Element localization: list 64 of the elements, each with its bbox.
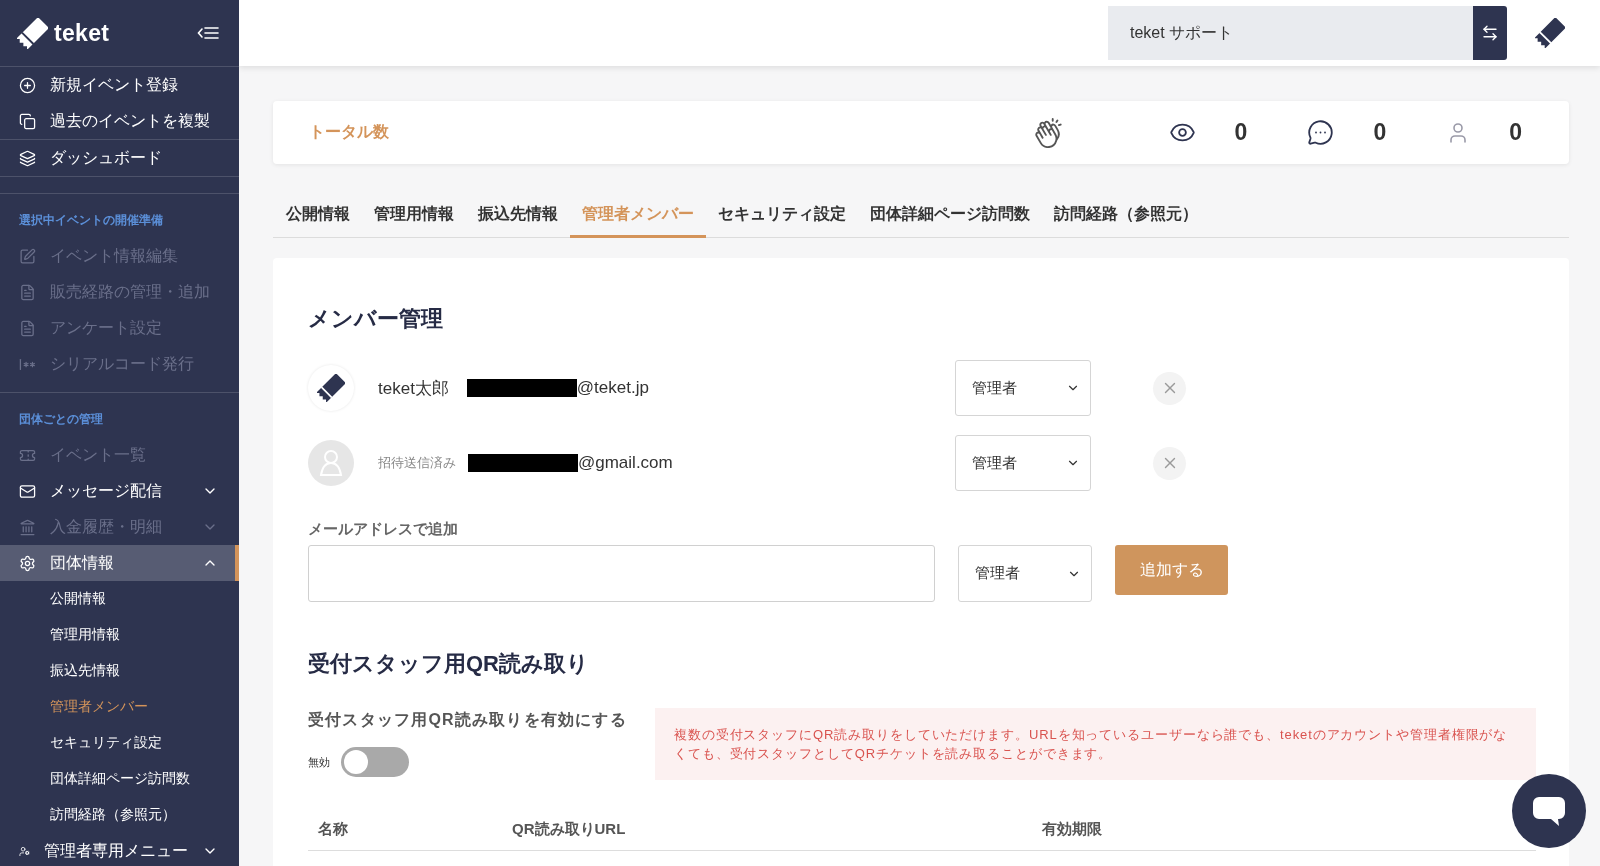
sidebar-subitem[interactable]: 訪問経路（参照元） — [0, 797, 239, 833]
sidebar-section-heading: 選択中イベントの開催準備 — [18, 212, 164, 229]
sidebar-item[interactable]: 管理者専用メニュー — [0, 833, 239, 866]
sidebar-item[interactable]: 新規イベント登録 — [0, 67, 239, 103]
ticket-avatar-icon — [308, 365, 354, 411]
toggle-switch[interactable] — [341, 747, 409, 777]
member-name: teket太郎 — [378, 377, 449, 400]
role-select[interactable]: 管理者 — [955, 360, 1091, 416]
collapse-menu-icon[interactable] — [197, 26, 219, 40]
member-email: @teket.jp — [576, 378, 649, 398]
sidebar-subitem[interactable]: 管理者メンバー — [0, 689, 239, 725]
sidebar-subitem[interactable]: 管理用情報 — [0, 617, 239, 653]
mail-icon — [19, 482, 36, 500]
field-label: メールアドレスで追加 — [308, 520, 459, 538]
comment-icon — [1307, 119, 1335, 146]
sidebar-subitem[interactable]: 振込先情報 — [0, 653, 239, 689]
sidebar-item[interactable]: メッセージ配信 — [0, 473, 239, 509]
invite-status: 招待送信済み — [378, 454, 456, 472]
layers-icon — [19, 149, 36, 167]
clapping-hands-icon — [1032, 117, 1063, 148]
sidebar-item[interactable]: 団体情報 — [0, 545, 239, 581]
section-title: 受付スタッフ用QR読み取り — [308, 650, 590, 678]
member-email: @gmail.com — [578, 453, 673, 473]
email-input[interactable] — [308, 545, 935, 602]
copy-icon — [19, 112, 36, 130]
document-icon — [19, 319, 36, 337]
column-header: QR読み取りURL — [511, 820, 627, 839]
sidebar-subitem[interactable]: 団体詳細ページ訪問数 — [0, 761, 239, 797]
sidebar-item[interactable]: 過去のイベントを複製 — [0, 103, 239, 139]
section-title: メンバー管理 — [308, 305, 444, 333]
role-select[interactable]: 管理者 — [958, 545, 1092, 602]
column-header: 有効期限 — [1041, 820, 1103, 839]
edit-icon — [19, 247, 36, 265]
document-icon — [19, 283, 36, 301]
tab[interactable]: セキュリティ設定 — [706, 194, 858, 238]
tab[interactable]: 訪問経路（参照元） — [1042, 194, 1210, 238]
bank-icon — [19, 518, 36, 536]
ticket-logo-icon — [17, 17, 48, 49]
settings-icon — [19, 554, 36, 572]
toggle-state-text: 無効 — [308, 754, 330, 770]
stat-value: 0 — [1509, 119, 1522, 146]
brand-name: teket — [54, 19, 110, 47]
column-header: 名称 — [317, 820, 349, 839]
stat-value: 0 — [1373, 119, 1387, 146]
tab[interactable]: 振込先情報 — [466, 194, 570, 238]
account-field[interactable]: teket サポート — [1108, 6, 1473, 60]
swap-arrows-icon — [1481, 24, 1499, 42]
sidebar-subitem[interactable]: セキュリティ設定 — [0, 725, 239, 761]
ticket-logo-icon[interactable] — [1535, 18, 1565, 48]
user-avatar-icon — [308, 440, 354, 486]
role-select[interactable]: 管理者 — [955, 435, 1091, 491]
stat-value: 0 — [1234, 119, 1248, 146]
sidebar-subitem[interactable]: 公開情報 — [0, 581, 239, 617]
chat-bubble-icon — [1532, 795, 1566, 827]
toggle-label: 受付スタッフ用QR読み取りを有効にする — [308, 710, 628, 730]
tab[interactable]: 公開情報 — [274, 194, 362, 238]
plus-circle-icon — [19, 76, 36, 94]
notice-message: 複数の受付スタッフにQR読み取りをしていただけます。URLを知っているユーザーなら誰でも、teketのアカウントや管理者権限がなくても、受付スタッフとしてQRチケットを読み取ることができます。 — [655, 708, 1536, 780]
switch-account-button[interactable] — [1473, 6, 1507, 60]
sidebar-section-heading: 団体ごとの管理 — [18, 411, 104, 428]
sidebar-item[interactable]: ダッシュボード — [0, 140, 239, 176]
totals-title: トータル数 — [309, 122, 389, 142]
tab[interactable]: 団体詳細ページ訪問数 — [858, 194, 1042, 238]
tab[interactable]: 管理用情報 — [362, 194, 466, 238]
